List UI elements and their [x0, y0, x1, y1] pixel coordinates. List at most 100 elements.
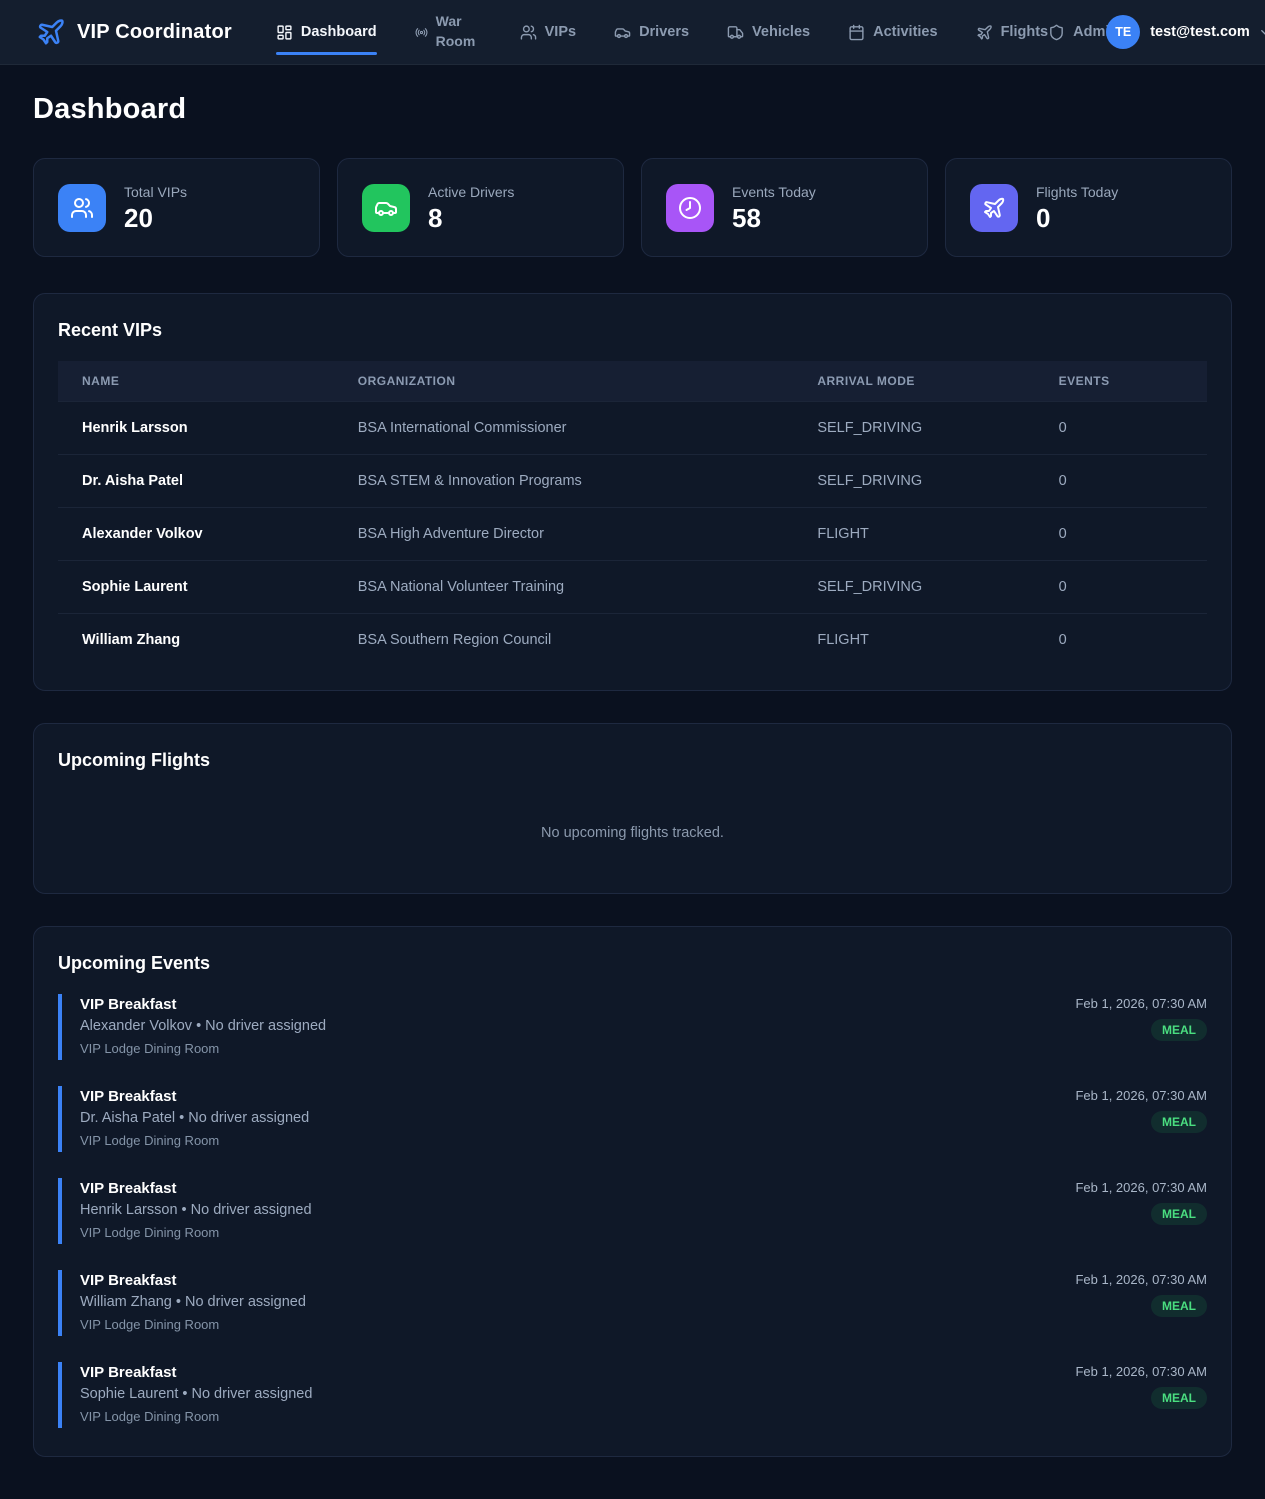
- event-meta: Feb 1, 2026, 07:30 AM MEAL: [1075, 996, 1207, 1041]
- nav-label: Flights: [1001, 24, 1049, 40]
- list-item[interactable]: VIP Breakfast William Zhang • No driver …: [58, 1270, 1207, 1336]
- table-row[interactable]: Sophie Laurent BSA National Volunteer Tr…: [58, 561, 1207, 614]
- event-title: VIP Breakfast: [80, 1180, 312, 1197]
- vip-name: William Zhang: [58, 614, 334, 667]
- vip-name: Henrik Larsson: [58, 402, 334, 455]
- nav-label: Dashboard: [301, 24, 377, 40]
- vip-events-count: 0: [1035, 508, 1207, 561]
- top-navigation-bar: VIP Coordinator Dashboard War Room VIPs …: [0, 0, 1265, 65]
- nav-item-vehicles[interactable]: Vehicles: [727, 20, 810, 45]
- status-badge: MEAL: [1151, 1019, 1207, 1041]
- upcoming-events-card: Upcoming Events VIP Breakfast Alexander …: [33, 926, 1232, 1457]
- event-title: VIP Breakfast: [80, 996, 326, 1013]
- table-row[interactable]: Henrik Larsson BSA International Commiss…: [58, 402, 1207, 455]
- event-info: VIP Breakfast Henrik Larsson • No driver…: [80, 1180, 312, 1240]
- event-meta: Feb 1, 2026, 07:30 AM MEAL: [1075, 1088, 1207, 1133]
- vip-organization: BSA High Adventure Director: [334, 508, 794, 561]
- clock-icon: [666, 184, 714, 232]
- event-location: VIP Lodge Dining Room: [80, 1317, 306, 1332]
- event-subtitle: Henrik Larsson • No driver assigned: [80, 1202, 312, 1218]
- stat-card-flights-today: Flights Today 0: [945, 158, 1232, 257]
- event-meta: Feb 1, 2026, 07:30 AM MEAL: [1075, 1364, 1207, 1409]
- stat-text: Flights Today 0: [1036, 184, 1118, 231]
- event-datetime: Feb 1, 2026, 07:30 AM: [1075, 1180, 1207, 1195]
- column-header-organization: ORGANIZATION: [334, 361, 794, 402]
- nav-item-dashboard[interactable]: Dashboard: [276, 20, 377, 45]
- stat-card-total-vips: Total VIPs 20: [33, 158, 320, 257]
- nav-item-flights[interactable]: Flights: [976, 20, 1049, 45]
- list-item[interactable]: VIP Breakfast Dr. Aisha Patel • No drive…: [58, 1086, 1207, 1152]
- list-item[interactable]: VIP Breakfast Alexander Volkov • No driv…: [58, 994, 1207, 1060]
- stat-card-events-today: Events Today 58: [641, 158, 928, 257]
- vip-events-count: 0: [1035, 561, 1207, 614]
- vip-events-count: 0: [1035, 455, 1207, 508]
- status-badge: MEAL: [1151, 1387, 1207, 1409]
- car-icon: [362, 184, 410, 232]
- event-info: VIP Breakfast William Zhang • No driver …: [80, 1272, 306, 1332]
- vip-arrival-mode: FLIGHT: [793, 508, 1034, 561]
- plane-icon: [970, 184, 1018, 232]
- event-subtitle: Alexander Volkov • No driver assigned: [80, 1018, 326, 1034]
- stat-text: Active Drivers 8: [428, 184, 514, 231]
- table-row[interactable]: William Zhang BSA Southern Region Counci…: [58, 614, 1207, 667]
- event-subtitle: Sophie Laurent • No driver assigned: [80, 1386, 312, 1402]
- users-icon: [520, 24, 537, 41]
- user-email: test@test.com: [1150, 24, 1250, 40]
- event-location: VIP Lodge Dining Room: [80, 1409, 312, 1424]
- nav-label: Vehicles: [752, 24, 810, 40]
- shield-icon: [1048, 24, 1065, 41]
- plane-icon: [976, 24, 993, 41]
- recent-vips-table: NAME ORGANIZATION ARRIVAL MODE EVENTS He…: [58, 361, 1207, 666]
- nav-item-vips[interactable]: VIPs: [520, 20, 576, 45]
- list-item[interactable]: VIP Breakfast Sophie Laurent • No driver…: [58, 1362, 1207, 1428]
- upcoming-flights-title: Upcoming Flights: [58, 750, 1207, 771]
- app-title: VIP Coordinator: [77, 21, 232, 44]
- table-row[interactable]: Dr. Aisha Patel BSA STEM & Innovation Pr…: [58, 455, 1207, 508]
- upcoming-flights-card: Upcoming Flights No upcoming flights tra…: [33, 723, 1232, 894]
- event-datetime: Feb 1, 2026, 07:30 AM: [1075, 996, 1207, 1011]
- event-info: VIP Breakfast Dr. Aisha Patel • No drive…: [80, 1088, 309, 1148]
- vip-events-count: 0: [1035, 402, 1207, 455]
- avatar[interactable]: TE: [1106, 15, 1140, 49]
- empty-flights-message: No upcoming flights tracked.: [58, 791, 1207, 869]
- list-item[interactable]: VIP Breakfast Henrik Larsson • No driver…: [58, 1178, 1207, 1244]
- nav-label: War Room: [436, 12, 482, 51]
- event-title: VIP Breakfast: [80, 1272, 306, 1289]
- table-row[interactable]: Alexander Volkov BSA High Adventure Dire…: [58, 508, 1207, 561]
- vip-organization: BSA STEM & Innovation Programs: [334, 455, 794, 508]
- nav-item-activities[interactable]: Activities: [848, 20, 937, 45]
- status-badge: MEAL: [1151, 1295, 1207, 1317]
- user-area: Admin TE test@test.com: [1048, 15, 1265, 49]
- nav-item-war-room[interactable]: War Room: [415, 8, 482, 55]
- plane-logo-icon: [36, 17, 66, 47]
- stat-label: Events Today: [732, 184, 816, 200]
- vip-organization: BSA International Commissioner: [334, 402, 794, 455]
- page-title: Dashboard: [33, 93, 1232, 126]
- vip-arrival-mode: SELF_DRIVING: [793, 561, 1034, 614]
- stat-label: Active Drivers: [428, 184, 514, 200]
- status-badge: MEAL: [1151, 1111, 1207, 1133]
- event-info: VIP Breakfast Sophie Laurent • No driver…: [80, 1364, 312, 1424]
- event-meta: Feb 1, 2026, 07:30 AM MEAL: [1075, 1180, 1207, 1225]
- stats-grid: Total VIPs 20 Active Drivers 8 Events To…: [33, 158, 1232, 257]
- column-header-arrival-mode: ARRIVAL MODE: [793, 361, 1034, 402]
- vip-organization: BSA Southern Region Council: [334, 614, 794, 667]
- stat-value: 8: [428, 205, 514, 231]
- upcoming-events-title: Upcoming Events: [58, 953, 1207, 974]
- stat-value: 0: [1036, 205, 1118, 231]
- main-content: Dashboard Total VIPs 20 Active Drivers 8: [0, 65, 1265, 1499]
- event-location: VIP Lodge Dining Room: [80, 1041, 326, 1056]
- nav-label: Drivers: [639, 24, 689, 40]
- column-header-events: EVENTS: [1035, 361, 1207, 402]
- stat-text: Events Today 58: [732, 184, 816, 231]
- vip-events-count: 0: [1035, 614, 1207, 667]
- event-datetime: Feb 1, 2026, 07:30 AM: [1075, 1088, 1207, 1103]
- nav-item-drivers[interactable]: Drivers: [614, 20, 689, 45]
- stat-card-active-drivers: Active Drivers 8: [337, 158, 624, 257]
- chevron-down-icon[interactable]: [1258, 25, 1265, 40]
- layout-dashboard-icon: [276, 24, 293, 41]
- event-title: VIP Breakfast: [80, 1088, 309, 1105]
- truck-icon: [727, 24, 744, 41]
- stat-label: Flights Today: [1036, 184, 1118, 200]
- vip-arrival-mode: FLIGHT: [793, 614, 1034, 667]
